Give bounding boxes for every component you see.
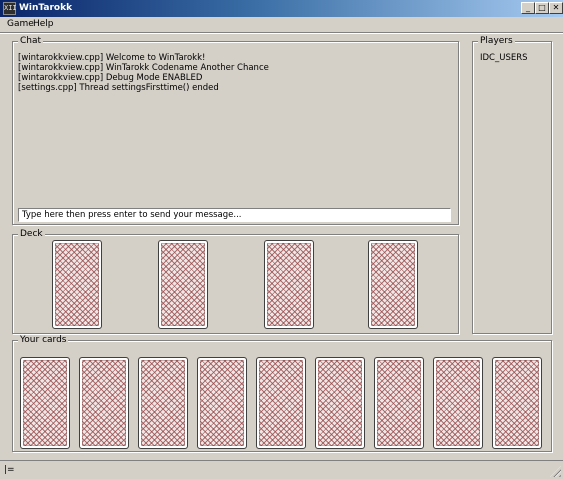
chat-message: [wintarokkview.cpp] WinTarokk Codename A… bbox=[18, 63, 269, 73]
deck-group: Deck bbox=[12, 229, 459, 334]
deck-card[interactable] bbox=[368, 240, 418, 329]
your-cards-label: Your cards bbox=[18, 335, 69, 346]
hand-card[interactable] bbox=[20, 357, 70, 449]
hand-card[interactable] bbox=[492, 357, 542, 449]
hand-card[interactable] bbox=[256, 357, 306, 449]
maximize-button[interactable]: □ bbox=[535, 2, 549, 14]
deck-card[interactable] bbox=[52, 240, 102, 329]
players-group: Players IDC_USERS bbox=[472, 36, 552, 334]
menu-help[interactable]: Help bbox=[33, 18, 54, 30]
menu-game[interactable]: Game bbox=[7, 18, 34, 30]
hand-card[interactable] bbox=[138, 357, 188, 449]
status-text: |= bbox=[4, 465, 15, 475]
chat-label: Chat bbox=[18, 36, 44, 47]
your-cards-group: Your cards bbox=[12, 335, 552, 452]
hand-card[interactable] bbox=[374, 357, 424, 449]
hand-card[interactable] bbox=[433, 357, 483, 449]
resize-grip-icon[interactable] bbox=[550, 466, 561, 477]
deck-label: Deck bbox=[18, 229, 45, 240]
deck-card[interactable] bbox=[158, 240, 208, 329]
chat-group: Chat [wintarokkview.cpp] Welcome to WinT… bbox=[12, 36, 459, 225]
players-label: Players bbox=[478, 36, 515, 47]
main-window: XII WinTarokk _ □ ✕ Game Help Chat [wint… bbox=[0, 0, 563, 479]
hand-card[interactable] bbox=[197, 357, 247, 449]
chat-message: [wintarokkview.cpp] Debug Mode ENABLED bbox=[18, 73, 203, 83]
chat-input[interactable] bbox=[18, 208, 451, 222]
chat-message: [wintarokkview.cpp] Welcome to WinTarokk… bbox=[18, 53, 206, 63]
window-title: WinTarokk bbox=[19, 3, 73, 13]
chat-message: [settings.cpp] Thread settingsFirsttime(… bbox=[18, 83, 219, 93]
menu-bar: Game Help bbox=[0, 17, 563, 31]
app-icon[interactable]: XII bbox=[3, 2, 17, 15]
player-list-item[interactable]: IDC_USERS bbox=[480, 53, 528, 63]
hand-card[interactable] bbox=[79, 357, 129, 449]
minimize-button[interactable]: _ bbox=[521, 2, 535, 14]
menu-separator bbox=[0, 32, 563, 34]
hand-card[interactable] bbox=[315, 357, 365, 449]
chat-log: [wintarokkview.cpp] Welcome to WinTarokk… bbox=[18, 53, 269, 93]
close-button[interactable]: ✕ bbox=[549, 2, 563, 14]
title-bar[interactable]: XII WinTarokk _ □ ✕ bbox=[0, 0, 563, 17]
deck-card[interactable] bbox=[264, 240, 314, 329]
status-bar: |= bbox=[0, 460, 563, 479]
